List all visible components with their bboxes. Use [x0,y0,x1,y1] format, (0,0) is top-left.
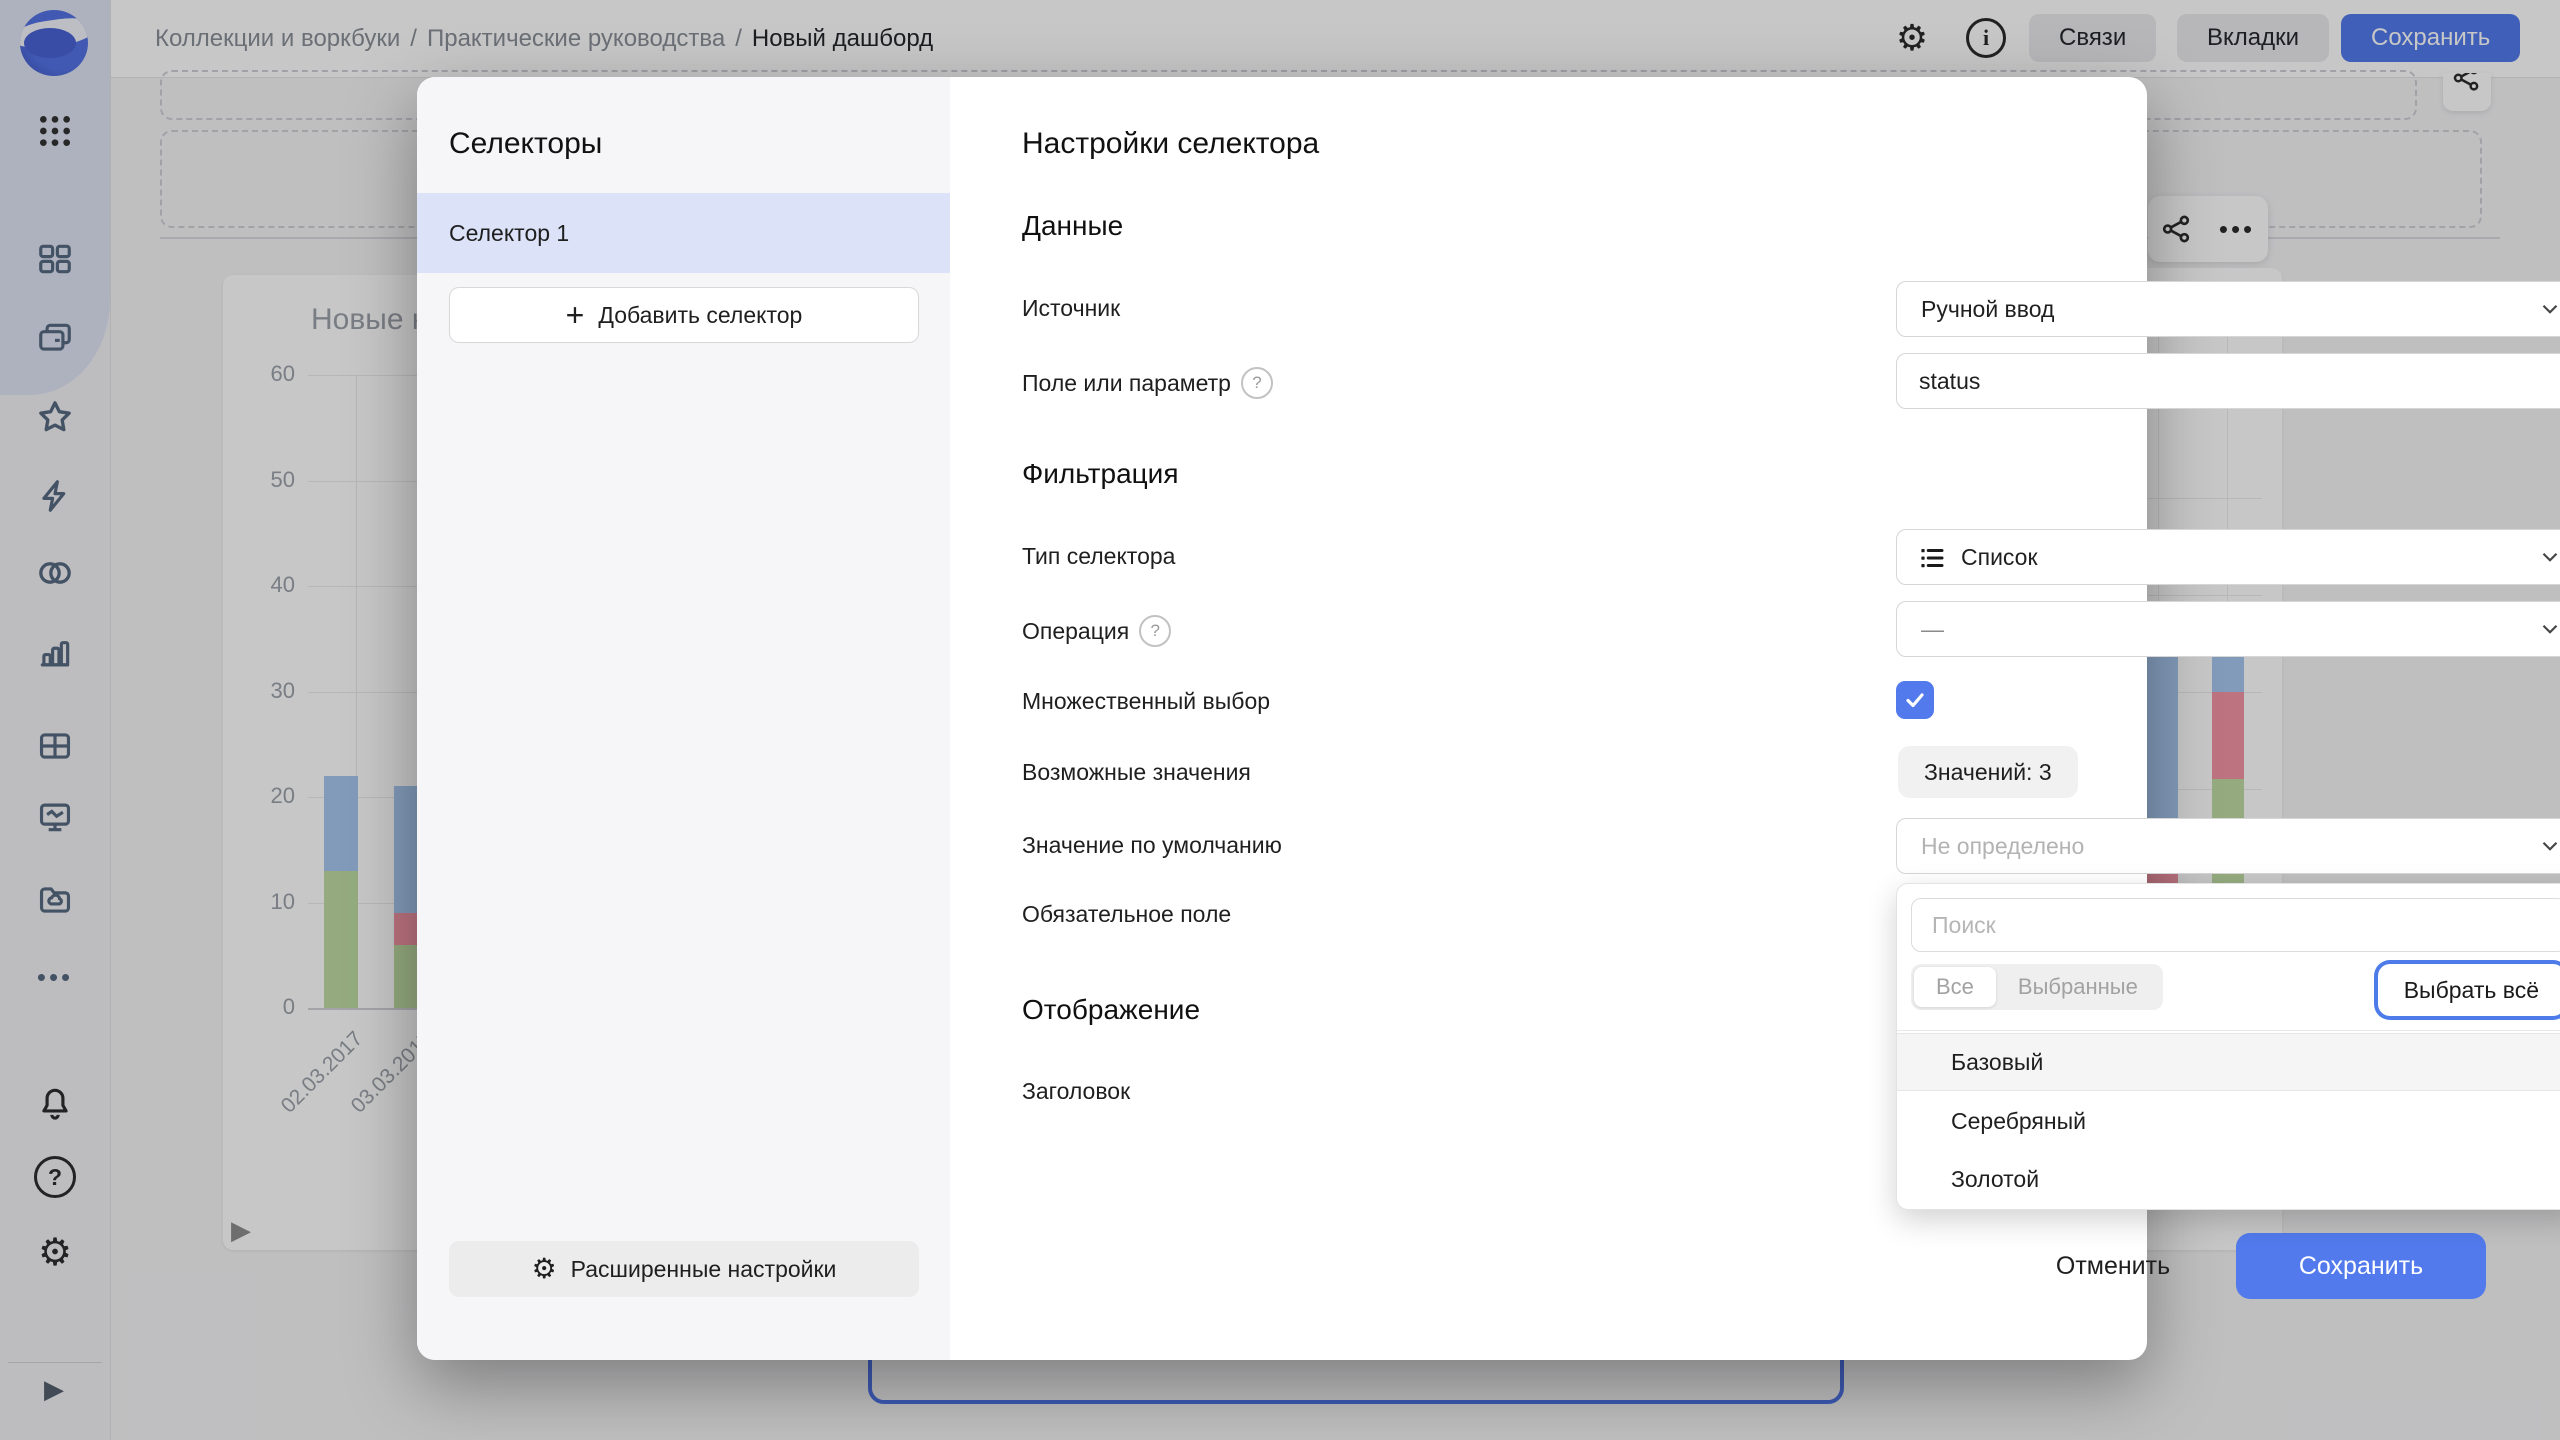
display-section-heading: Отображение [1022,994,1200,1026]
advanced-settings-button[interactable]: ⚙ Расширенные настройки [449,1241,919,1297]
multi-select-label: Множественный выбор [1022,688,1270,715]
option-silver[interactable]: Серебряный [1897,1092,2560,1150]
data-section-heading: Данные [1022,210,1123,242]
help-circle-icon[interactable]: ? [1241,367,1273,399]
default-value-placeholder: Не определено [1921,833,2084,860]
filter-tabs: Все Выбранные [1911,964,2163,1010]
gear-icon: ⚙ [532,1255,557,1283]
option-gold[interactable]: Золотой [1897,1150,2560,1208]
default-value-label: Значение по умолчанию [1022,832,1282,859]
plus-icon: + [566,299,585,331]
popup-divider [1897,1030,2560,1031]
selectors-list-panel: Селекторы Селектор 1 + Добавить селектор… [417,77,950,1360]
selector-settings-panel: Настройки селектора Данные Источник Ручн… [950,77,2147,1360]
selector-type-select[interactable]: Список [1896,529,2560,585]
select-all-button[interactable]: Выбрать всё [2378,964,2560,1016]
add-selector-button[interactable]: + Добавить селектор [449,287,919,343]
operation-value: — [1921,616,1944,643]
field-label: Поле или параметр [1022,370,1231,397]
selectors-panel-title: Селекторы [449,127,602,161]
advanced-settings-label: Расширенные настройки [571,1256,837,1283]
values-count-badge[interactable]: Значений: 3 [1898,746,2078,798]
multi-select-checkbox[interactable] [1896,681,1934,719]
list-type-icon [1917,543,1947,573]
type-value: Список [1961,544,2038,571]
filter-section-heading: Фильтрация [1022,458,1178,490]
tab-selected[interactable]: Выбранные [1996,967,2160,1007]
tab-all[interactable]: Все [1914,967,1996,1007]
chevron-down-icon [2537,833,2560,859]
chevron-down-icon [2537,616,2560,642]
type-label: Тип селектора [1022,543,1175,570]
check-icon [1903,688,1927,712]
selector-list-item[interactable]: Селектор 1 [417,193,950,273]
operation-label-row: Операция ? [1022,615,1171,647]
title-field-label: Заголовок [1022,1078,1130,1105]
required-field-label: Обязательное поле [1022,901,1231,928]
source-value: Ручной ввод [1921,296,2054,323]
cancel-button[interactable]: Отменить [2018,1233,2208,1299]
chevron-down-icon [2537,296,2560,322]
default-value-dropdown: Все Выбранные Выбрать всё Базовый Серебр… [1896,883,2560,1210]
selectors-dialog: Селекторы Селектор 1 + Добавить селектор… [417,77,2147,1360]
possible-values-label: Возможные значения [1022,759,1251,786]
settings-panel-title: Настройки селектора [1022,127,1319,161]
chevron-down-icon [2537,544,2560,570]
field-input[interactable] [1896,353,2560,409]
help-circle-icon[interactable]: ? [1139,615,1171,647]
source-label: Источник [1022,295,1120,322]
operation-select[interactable]: — [1896,601,2560,657]
operation-label: Операция [1022,618,1129,645]
default-value-select[interactable]: Не определено [1896,818,2560,874]
source-select[interactable]: Ручной ввод [1896,281,2560,337]
save-selector-button[interactable]: Сохранить [2236,1233,2486,1299]
field-label-row: Поле или параметр ? [1022,367,1273,399]
option-basic[interactable]: Базовый [1897,1033,2560,1091]
add-selector-label: Добавить селектор [598,302,802,329]
search-input[interactable] [1911,898,2560,952]
